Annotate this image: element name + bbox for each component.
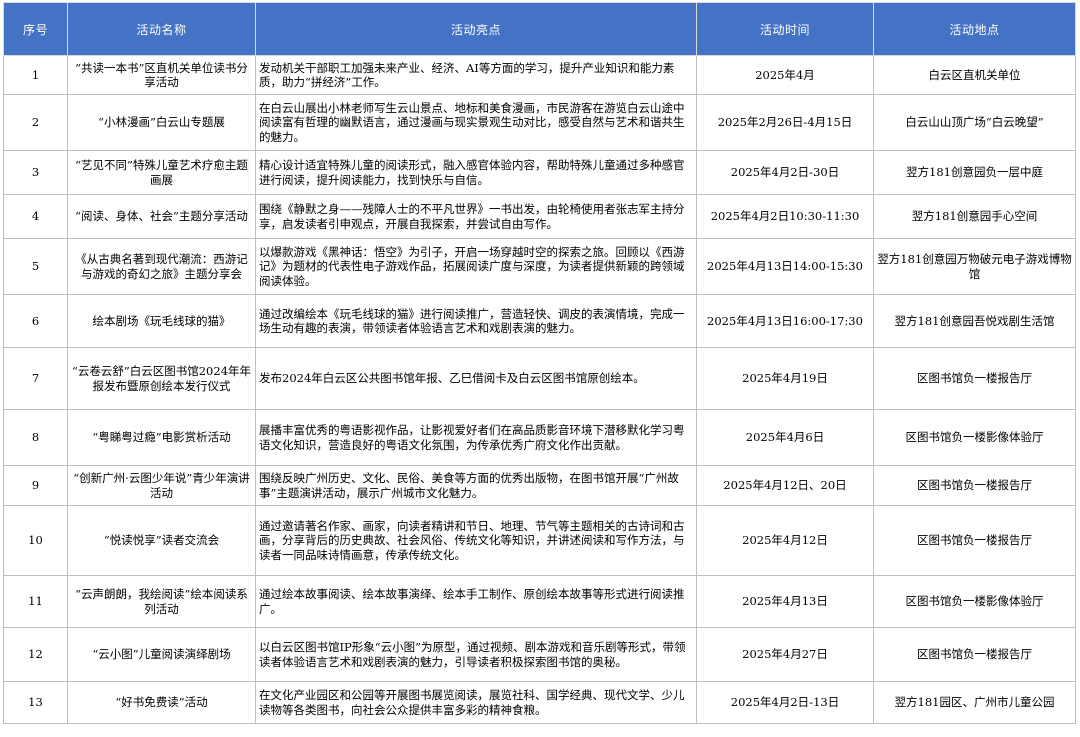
row-highlights: 展播丰富优秀的粤语影视作品，让影视爱好者们在高品质影音环境下潜移默化学习粤语文化…	[255, 409, 697, 466]
row-highlights: 在文化产业园区和公园等开展图书展览阅读，展览社科、国学经典、现代文学、少儿读物等…	[255, 681, 697, 724]
row-highlights: 围绕反映广州历史、文化、民俗、美食等方面的优秀出版物，在图书馆开展“广州故事”主…	[255, 465, 697, 506]
row-activity-name: “艺见不同”特殊儿童艺术疗愈主题画展	[67, 150, 256, 195]
table-row: 10 “悦读悦享”读者交流会 通过邀请著名作家、画家，向读者精讲和节日、地理、节…	[3, 505, 1076, 576]
row-highlights: 围绕《静默之身——残障人士的不平凡世界》一书出发，由轮椅使用者张志军主持分享，启…	[255, 194, 697, 239]
row-index: 10	[3, 505, 68, 576]
activity-table: 序号 活动名称 活动亮点 活动时间 活动地点 1 “共读一本书”区直机关单位读书…	[3, 2, 1076, 724]
header-time: 活动时间	[696, 2, 874, 56]
row-activity-name: “小林漫画”白云山专题展	[67, 94, 256, 151]
row-location: 区图书馆负一楼影像体验厅	[873, 575, 1076, 628]
row-time: 2025年4月2日-30日	[696, 150, 874, 195]
table-row: 7 “云卷云舒”白云区图书馆2024年年报发布暨原创绘本发行仪式 发布2024年…	[3, 347, 1076, 410]
row-time: 2025年4月	[696, 55, 874, 95]
row-location: 白云山山顶广场“白云晚望”	[873, 94, 1076, 151]
row-highlights: 通过绘本故事阅读、绘本故事演绎、绘本手工制作、原创绘本故事等形式进行阅读推广。	[255, 575, 697, 628]
table-row: 4 “阅读、身体、社会”主题分享活动 围绕《静默之身——残障人士的不平凡世界》一…	[3, 194, 1076, 239]
row-index: 11	[3, 575, 68, 628]
row-highlights: 精心设计适宜特殊儿童的阅读形式，融入感官体验内容，帮助特殊儿童通过多种感官进行阅…	[255, 150, 697, 195]
row-location: 翌方181创意园负一层中庭	[873, 150, 1076, 195]
row-activity-name: “云小图”儿童阅读演绎剧场	[67, 627, 256, 682]
row-location: 白云区直机关单位	[873, 55, 1076, 95]
table-row: 12 “云小图”儿童阅读演绎剧场 以白云区图书馆IP形象“云小图”为原型，通过视…	[3, 627, 1076, 682]
row-location: 翌方181园区、广州市儿童公园	[873, 681, 1076, 724]
row-activity-name: “粤睇粤过瘾”电影赏析活动	[67, 409, 256, 466]
row-index: 3	[3, 150, 68, 195]
row-activity-name: “云卷云舒”白云区图书馆2024年年报发布暨原创绘本发行仪式	[67, 347, 256, 410]
row-index: 5	[3, 238, 68, 295]
table-row: 1 “共读一本书”区直机关单位读书分享活动 发动机关干部职工加强未来产业、经济、…	[3, 55, 1076, 95]
row-time: 2025年4月6日	[696, 409, 874, 466]
row-time: 2025年2月26日-4月15日	[696, 94, 874, 151]
row-index: 2	[3, 94, 68, 151]
table-row: 6 绘本剧场《玩毛线球的猫》 通过改编绘本《玩毛线球的猫》进行阅读推广，营造轻快…	[3, 294, 1076, 348]
row-time: 2025年4月2日-13日	[696, 681, 874, 724]
row-location: 翌方181创意园万物破元电子游戏博物馆	[873, 238, 1076, 295]
row-location: 翌方181创意园吾悦戏剧生活馆	[873, 294, 1076, 348]
row-location: 区图书馆负一楼报告厅	[873, 347, 1076, 410]
row-index: 6	[3, 294, 68, 348]
row-highlights: 通过改编绘本《玩毛线球的猫》进行阅读推广，营造轻快、调皮的表演情境，完成一场生动…	[255, 294, 697, 348]
row-highlights: 以白云区图书馆IP形象“云小图”为原型，通过视频、剧本游戏和音乐剧等形式，带领读…	[255, 627, 697, 682]
row-time: 2025年4月13日	[696, 575, 874, 628]
row-activity-name: “好书免费读”活动	[67, 681, 256, 724]
table-header-row: 序号 活动名称 活动亮点 活动时间 活动地点	[3, 2, 1076, 56]
row-index: 8	[3, 409, 68, 466]
row-time: 2025年4月13日14:00-15:30	[696, 238, 874, 295]
table-row: 2 “小林漫画”白云山专题展 在白云山展出小林老师写生云山景点、地标和美食漫画，…	[3, 94, 1076, 151]
row-activity-name: “阅读、身体、社会”主题分享活动	[67, 194, 256, 239]
row-location: 区图书馆负一楼影像体验厅	[873, 409, 1076, 466]
row-activity-name: “云声朗朗，我绘阅读”绘本阅读系列活动	[67, 575, 256, 628]
header-activity-name: 活动名称	[67, 2, 256, 56]
row-time: 2025年4月2日10:30-11:30	[696, 194, 874, 239]
row-highlights: 在白云山展出小林老师写生云山景点、地标和美食漫画，市民游客在游览白云山途中阅读富…	[255, 94, 697, 151]
row-time: 2025年4月19日	[696, 347, 874, 410]
row-index: 1	[3, 55, 68, 95]
row-activity-name: “悦读悦享”读者交流会	[67, 505, 256, 576]
row-location: 区图书馆负一楼报告厅	[873, 627, 1076, 682]
table-row: 11 “云声朗朗，我绘阅读”绘本阅读系列活动 通过绘本故事阅读、绘本故事演绎、绘…	[3, 575, 1076, 628]
row-index: 13	[3, 681, 68, 724]
row-activity-name: 绘本剧场《玩毛线球的猫》	[67, 294, 256, 348]
table-row: 8 “粤睇粤过瘾”电影赏析活动 展播丰富优秀的粤语影视作品，让影视爱好者们在高品…	[3, 409, 1076, 466]
row-time: 2025年4月13日16:00-17:30	[696, 294, 874, 348]
row-time: 2025年4月27日	[696, 627, 874, 682]
header-location: 活动地点	[873, 2, 1076, 56]
row-activity-name: “共读一本书”区直机关单位读书分享活动	[67, 55, 256, 95]
table-row: 3 “艺见不同”特殊儿童艺术疗愈主题画展 精心设计适宜特殊儿童的阅读形式，融入感…	[3, 150, 1076, 195]
table-row: 5 《从古典名著到现代潮流：西游记与游戏的奇幻之旅》主题分享会 以爆款游戏《黑神…	[3, 238, 1076, 295]
row-location: 翌方181创意园手心空间	[873, 194, 1076, 239]
row-activity-name: 《从古典名著到现代潮流：西游记与游戏的奇幻之旅》主题分享会	[67, 238, 256, 295]
row-index: 7	[3, 347, 68, 410]
table-row: 9 “创新广州·云图少年说”青少年演讲活动 围绕反映广州历史、文化、民俗、美食等…	[3, 465, 1076, 506]
row-time: 2025年4月12日、20日	[696, 465, 874, 506]
row-highlights: 发布2024年白云区公共图书馆年报、乙巳借阅卡及白云区图书馆原创绘本。	[255, 347, 697, 410]
row-location: 区图书馆负一楼报告厅	[873, 505, 1076, 576]
row-time: 2025年4月12日	[696, 505, 874, 576]
row-location: 区图书馆负一楼报告厅	[873, 465, 1076, 506]
row-highlights: 以爆款游戏《黑神话：悟空》为引子，开启一场穿越时空的探索之旅。回顾以《西游记》为…	[255, 238, 697, 295]
header-highlights: 活动亮点	[255, 2, 697, 56]
row-index: 9	[3, 465, 68, 506]
table-row: 13 “好书免费读”活动 在文化产业园区和公园等开展图书展览阅读，展览社科、国学…	[3, 681, 1076, 724]
row-highlights: 通过邀请著名作家、画家，向读者精讲和节日、地理、节气等主题相关的古诗词和古画，分…	[255, 505, 697, 576]
row-activity-name: “创新广州·云图少年说”青少年演讲活动	[67, 465, 256, 506]
row-index: 4	[3, 194, 68, 239]
row-index: 12	[3, 627, 68, 682]
header-index: 序号	[3, 2, 68, 56]
row-highlights: 发动机关干部职工加强未来产业、经济、AI等方面的学习，提升产业知识和能力素质，助…	[255, 55, 697, 95]
